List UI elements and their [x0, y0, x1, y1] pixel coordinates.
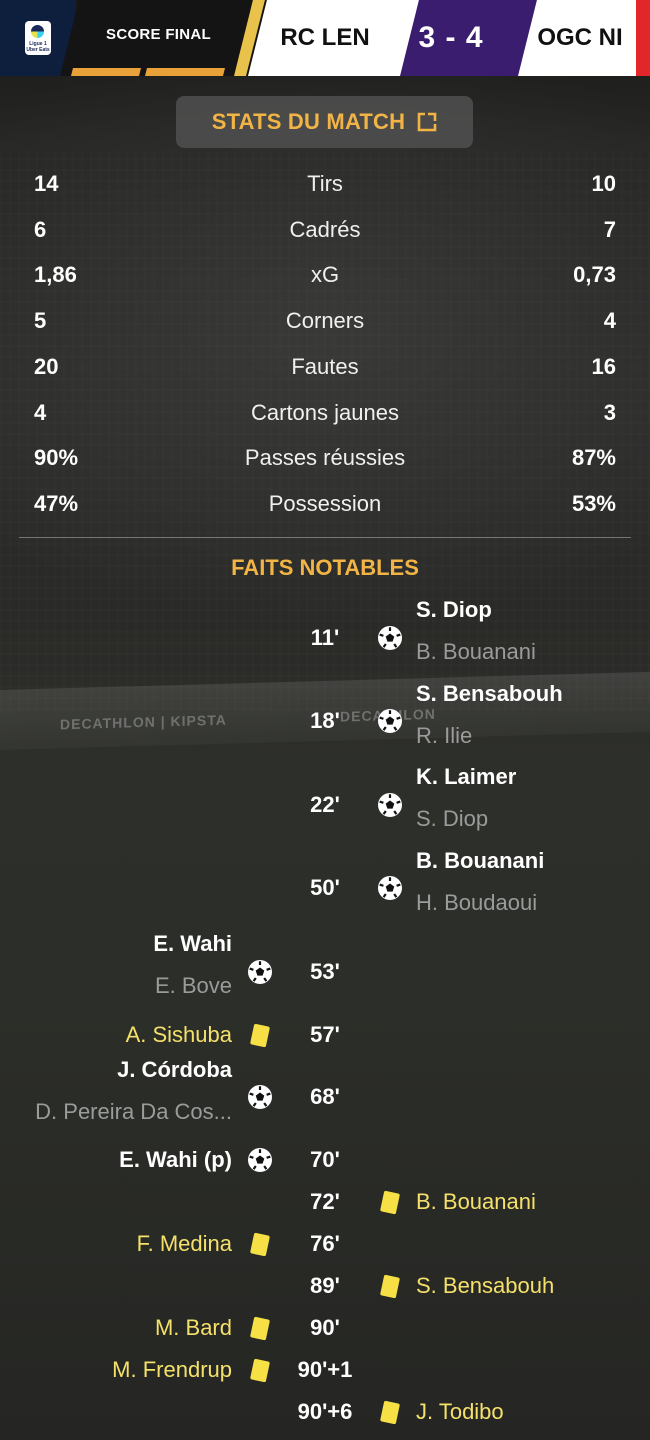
- stat-row: 1,86 xG 0,73: [0, 254, 650, 294]
- event-minute: 22': [310, 791, 340, 817]
- score-header: Ligue 1 Uber Eats SCORE FINAL RC LEN 3 -…: [0, 0, 650, 76]
- goal-event: 70' E. Wahi (p): [0, 1139, 650, 1181]
- soccer-ball-icon: [378, 792, 402, 817]
- stat-label: xG: [310, 262, 340, 288]
- divider: [19, 537, 631, 538]
- final-score: 3 - 4: [418, 21, 484, 54]
- stat-away-value: 3: [603, 399, 616, 425]
- event-minute: 76': [310, 1231, 340, 1256]
- event-assist: B. Bouanani: [416, 639, 536, 664]
- stat-away-value: 87%: [571, 445, 616, 471]
- stat-label: Cartons jaunes: [251, 399, 399, 425]
- stat-away-value: 10: [591, 171, 616, 196]
- event-player: J. Todibo: [416, 1399, 504, 1424]
- event-minute: 90'+1: [297, 1357, 353, 1382]
- event-player: A. Sishuba: [125, 1021, 232, 1047]
- event-minute: 53': [310, 958, 340, 984]
- event-assist: R. Ilie: [416, 722, 473, 748]
- match-stats-button[interactable]: STATS DU MATCH: [176, 96, 473, 148]
- goal-event: 53' E. Wahi E. Bove: [0, 930, 650, 1014]
- event-player: J. Córdoba: [117, 1056, 232, 1082]
- stat-label: Possession: [268, 490, 382, 516]
- yellow-card-event: 90'+6 J. Todibo: [0, 1391, 650, 1433]
- event-player: B. Bouanani: [416, 847, 545, 873]
- stat-label: Passes réussies: [244, 445, 406, 471]
- stat-row: 6 Cadrés 7: [0, 209, 650, 249]
- yellow-card-event: 90' M. Bard: [0, 1307, 650, 1349]
- event-player: M. Bard: [154, 1315, 232, 1340]
- soccer-ball-icon: [378, 625, 402, 650]
- stat-away-value: 4: [603, 308, 616, 334]
- goal-event: 18' S. Bensabouh R. Ilie: [0, 680, 650, 764]
- stat-away-value: 53%: [571, 490, 616, 516]
- yellow-card-event: 76' F. Medina: [0, 1223, 650, 1265]
- yellow-card-event: 89' S. Bensabouh: [0, 1265, 650, 1307]
- event-minute: 72': [310, 1189, 340, 1214]
- stat-away-value: 16: [591, 353, 616, 379]
- yellow-card-event: 90'+1 M. Frendrup: [0, 1349, 650, 1391]
- event-minute: 18': [310, 708, 340, 734]
- event-player: E. Wahi: [153, 931, 232, 956]
- soccer-ball-icon: [248, 959, 272, 984]
- away-team-name: OGC NI: [537, 24, 623, 51]
- home-team-name: RC LEN: [280, 24, 370, 51]
- stat-row: 4 Cartons jaunes 3: [0, 392, 650, 432]
- stat-label: Fautes: [291, 353, 359, 379]
- stat-label: Cadrés: [289, 216, 361, 242]
- yellow-card-event: 57' A. Sishuba: [0, 1014, 650, 1056]
- goal-event: 68' J. Córdoba D. Pereira Da Cos...: [0, 1056, 650, 1140]
- goal-event: 22' K. Laimer S. Diop: [0, 763, 650, 847]
- event-minute: 50': [310, 875, 340, 901]
- event-minute: 11': [310, 624, 340, 650]
- event-assist: H. Boudaoui: [416, 889, 538, 915]
- event-player: F. Medina: [136, 1231, 232, 1256]
- event-minute: 70': [310, 1147, 340, 1172]
- event-assist: S. Diop: [416, 806, 489, 831]
- league-logo-text: Ligue 1 Uber Eats: [26, 41, 50, 53]
- event-minute: 90': [310, 1315, 340, 1340]
- stat-row: 5 Corners 4: [0, 300, 650, 340]
- event-player: S. Bensabouh: [416, 680, 563, 706]
- event-minute: 90'+6: [297, 1399, 353, 1424]
- event-player: K. Laimer: [416, 764, 517, 789]
- goal-event: 50' B. Bouanani H. Boudaoui: [0, 847, 650, 931]
- event-player: E. Wahi (p): [119, 1147, 232, 1172]
- stat-row: 20 Fautes 16: [0, 346, 650, 386]
- stat-label: Corners: [285, 308, 365, 334]
- event-player: M. Frendrup: [112, 1357, 232, 1382]
- event-player: S. Bensabouh: [416, 1273, 555, 1298]
- soccer-ball-icon: [248, 1148, 272, 1172]
- faits-notables-title: FAITS NOTABLES: [231, 555, 419, 580]
- stat-away-value: 7: [603, 216, 616, 242]
- match-stats-label: STATS DU MATCH: [211, 109, 406, 134]
- event-minute: 57': [310, 1021, 340, 1047]
- stat-row: 90% Passes réussies 87%: [0, 437, 650, 477]
- match-status: SCORE FINAL: [106, 26, 211, 43]
- event-assist: D. Pereira Da Cos...: [35, 1098, 232, 1124]
- external-link-icon: [417, 112, 437, 132]
- stat-away-value: 0,73: [573, 262, 616, 288]
- stat-label: Tirs: [307, 171, 343, 196]
- goal-event: 11' S. Diop B. Bouanani: [0, 596, 650, 680]
- stat-row: 47% Possession 53%: [0, 483, 650, 523]
- event-assist: E. Bove: [154, 973, 232, 998]
- event-player: S. Diop: [416, 597, 492, 622]
- yellow-card-event: 72' B. Bouanani: [0, 1181, 650, 1223]
- stat-row: 14 Tirs 10: [0, 163, 650, 203]
- event-player: B. Bouanani: [416, 1189, 536, 1214]
